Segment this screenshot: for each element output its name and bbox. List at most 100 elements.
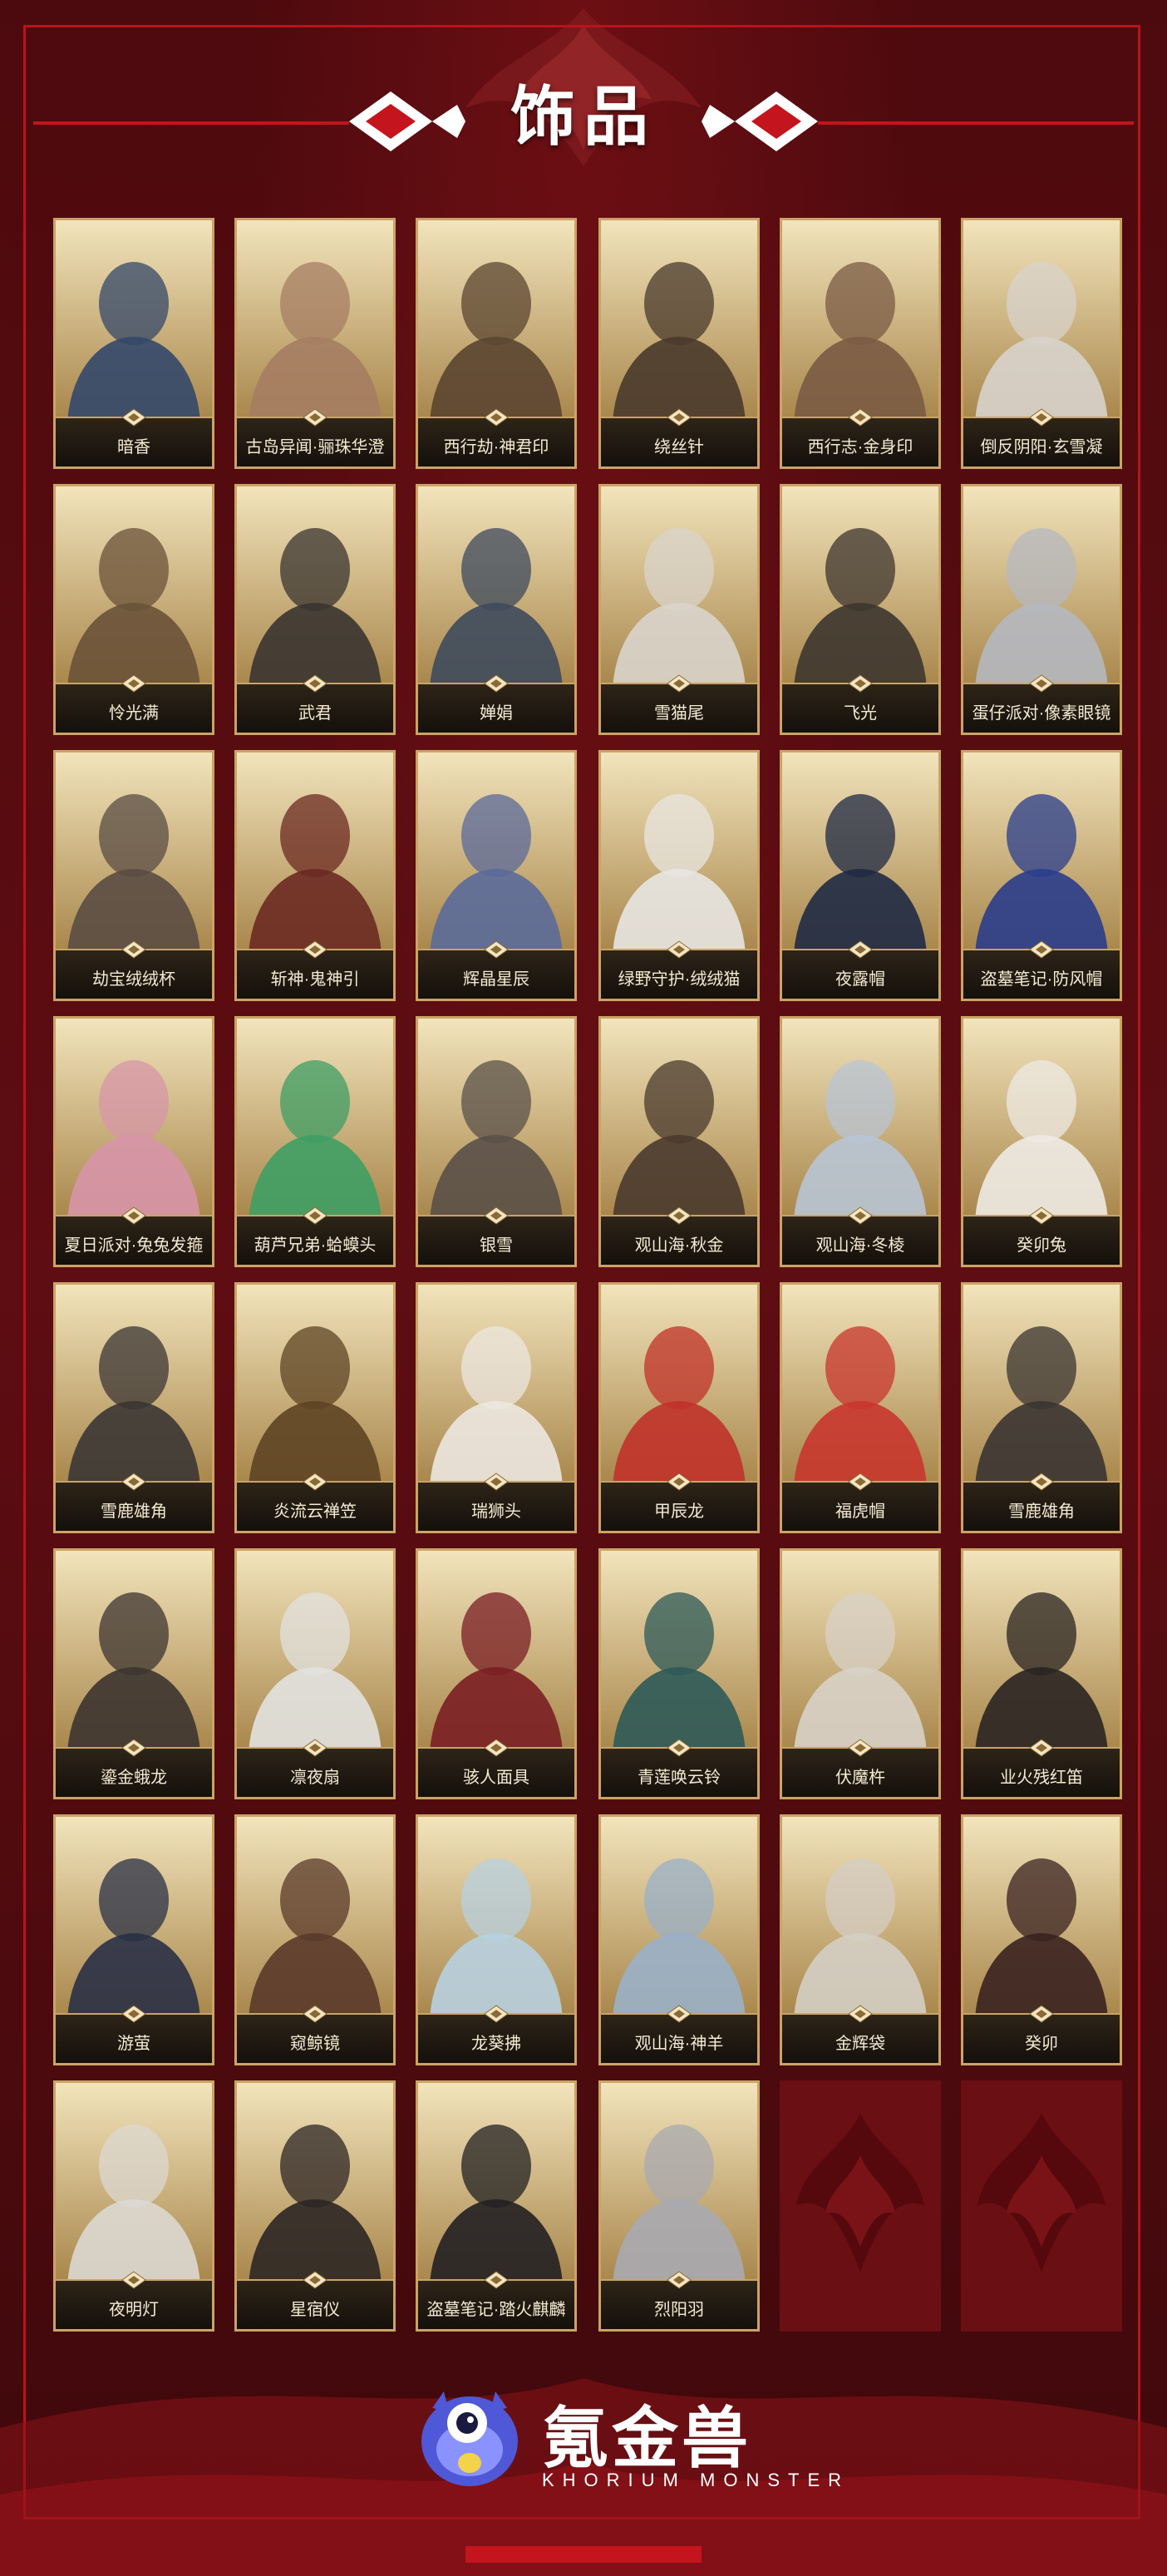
accessory-card[interactable]: 星宿仪: [234, 2080, 396, 2332]
accessory-card[interactable]: 西行劫·神君印: [416, 218, 577, 469]
emblem-icon: [848, 408, 873, 427]
accessory-card[interactable]: 瑞狮头: [416, 1282, 577, 1533]
accessory-card[interactable]: 银雪: [416, 1016, 577, 1267]
emblem-icon: [303, 1473, 327, 1491]
accessory-card[interactable]: 雪猫尾: [598, 484, 760, 735]
emblem-icon: [121, 408, 146, 427]
accessory-card[interactable]: 龙葵拂: [416, 1814, 577, 2065]
accessory-card[interactable]: 古岛异闻·骊珠华澄: [234, 218, 396, 469]
empty-slot: [961, 2080, 1122, 2332]
accessory-card[interactable]: 烈阳羽: [598, 2080, 760, 2332]
emblem-icon: [667, 2271, 692, 2289]
accessory-card[interactable]: 观山海·冬棱: [780, 1016, 941, 1267]
accessory-label-bar: 盗墓笔记·防风帽: [963, 940, 1120, 999]
accessory-label-bar: 西行志·金身印: [782, 408, 938, 466]
accessory-name: 银雪: [480, 1236, 513, 1255]
accessory-card[interactable]: 斩神·鬼神引: [234, 750, 396, 1001]
emblem-icon: [667, 940, 692, 959]
accessory-card[interactable]: 盗墓笔记·防风帽: [961, 750, 1122, 1001]
accessory-image: [418, 1285, 574, 1531]
accessory-card[interactable]: 癸卯兔: [961, 1016, 1122, 1267]
emblem-icon: [667, 408, 692, 427]
accessory-image: [782, 1019, 938, 1265]
emblem-icon: [667, 1739, 692, 1757]
accessory-card[interactable]: 蛋仔派对·像素眼镜: [961, 484, 1122, 735]
accessory-label-bar: 金辉袋: [782, 2005, 938, 2063]
emblem-icon: [484, 408, 509, 427]
accessory-card[interactable]: 游萤: [53, 1814, 214, 2065]
accessory-label-bar: 骇人面具: [418, 1739, 574, 1797]
accessory-name: 劫宝绒绒杯: [92, 970, 175, 989]
emblem-icon: [484, 2271, 509, 2289]
accessory-card[interactable]: 辉晶星辰: [416, 750, 577, 1001]
emblem-icon: [1029, 940, 1054, 959]
accessory-name: 福虎帽: [835, 1503, 885, 1521]
accessory-card[interactable]: 武君: [234, 484, 396, 735]
accessory-card[interactable]: 癸卯: [961, 1814, 1122, 2065]
accessory-image: [237, 2083, 393, 2329]
accessory-label-bar: 绿野守护·绒绒猫: [601, 940, 757, 999]
accessory-card[interactable]: 伏魔杵: [780, 1548, 941, 1799]
accessory-image: [237, 1019, 393, 1265]
accessory-label-bar: 瑞狮头: [418, 1473, 574, 1531]
accessory-image: [782, 220, 938, 466]
accessory-label-bar: 龙葵拂: [418, 2005, 574, 2063]
accessory-name: 青莲唤云铃: [638, 1769, 721, 1787]
accessory-card[interactable]: 倒反阴阳·玄雪凝: [961, 218, 1122, 469]
emblem-icon: [484, 1473, 509, 1491]
emblem-icon: [848, 940, 873, 959]
accessory-card[interactable]: 西行志·金身印: [780, 218, 941, 469]
accessory-card[interactable]: 婵娟: [416, 484, 577, 735]
accessory-card[interactable]: 金辉袋: [780, 1814, 941, 2065]
accessory-card[interactable]: 雪鹿雄角: [53, 1282, 214, 1533]
accessory-card[interactable]: 暗香: [53, 218, 214, 469]
accessory-card[interactable]: 业火残红笛: [961, 1548, 1122, 1799]
accessory-name: 盗墓笔记·踏火麒麟: [426, 2301, 566, 2319]
accessory-card[interactable]: 炎流云禅笠: [234, 1282, 396, 1533]
accessory-card[interactable]: 葫芦兄弟·蛤蟆头: [234, 1016, 396, 1267]
accessory-image: [418, 2083, 574, 2329]
accessory-card[interactable]: 鎏金蛾龙: [53, 1548, 214, 1799]
accessory-label-bar: 福虎帽: [782, 1473, 938, 1531]
accessory-label-bar: 怜光满: [56, 674, 212, 733]
accessory-image: [601, 486, 757, 733]
accessory-card[interactable]: 绕丝针: [598, 218, 760, 469]
accessory-card[interactable]: 夜露帽: [780, 750, 941, 1001]
emblem-icon: [667, 2005, 692, 2023]
accessory-image: [56, 1551, 212, 1797]
accessory-card[interactable]: 盗墓笔记·踏火麒麟: [416, 2080, 577, 2332]
accessory-card[interactable]: 观山海·神羊: [598, 1814, 760, 2065]
emblem-icon: [303, 940, 327, 959]
accessory-image: [418, 1019, 574, 1265]
accessory-image: [418, 220, 574, 466]
accessory-card[interactable]: 窥鲸镜: [234, 1814, 396, 2065]
emblem-icon: [121, 2271, 146, 2289]
accessory-card[interactable]: 怜光满: [53, 484, 214, 735]
accessory-card[interactable]: 甲辰龙: [598, 1282, 760, 1533]
accessory-name: 西行志·金身印: [807, 438, 913, 456]
accessory-card[interactable]: 夜明灯: [53, 2080, 214, 2332]
accessory-image: [601, 1551, 757, 1797]
accessory-name: 甲辰龙: [654, 1503, 704, 1521]
accessory-card[interactable]: 观山海·秋金: [598, 1016, 760, 1267]
accessory-card[interactable]: 青莲唤云铃: [598, 1548, 760, 1799]
accessory-card[interactable]: 劫宝绒绒杯: [53, 750, 214, 1001]
accessory-card[interactable]: 骇人面具: [416, 1548, 577, 1799]
accessory-card[interactable]: 福虎帽: [780, 1282, 941, 1533]
accessory-card[interactable]: 飞光: [780, 484, 941, 735]
accessory-card[interactable]: 雪鹿雄角: [961, 1282, 1122, 1533]
accessory-card[interactable]: 凛夜扇: [234, 1548, 396, 1799]
accessory-label-bar: 星宿仪: [237, 2271, 393, 2329]
accessory-name: 斩神·鬼神引: [270, 970, 360, 989]
emblem-icon: [303, 2005, 327, 2023]
accessory-image: [963, 486, 1120, 733]
accessory-name: 暗香: [117, 438, 150, 456]
accessory-image: [418, 1817, 574, 2063]
accessory-image: [782, 486, 938, 733]
accessory-card[interactable]: 绿野守护·绒绒猫: [598, 750, 760, 1001]
accessory-label-bar: 雪鹿雄角: [56, 1473, 212, 1531]
page-title: 饰品: [510, 80, 657, 153]
accessory-image: [237, 1551, 393, 1797]
accessory-label-bar: 斩神·鬼神引: [237, 940, 393, 999]
accessory-card[interactable]: 夏日派对·兔兔发箍: [53, 1016, 214, 1267]
